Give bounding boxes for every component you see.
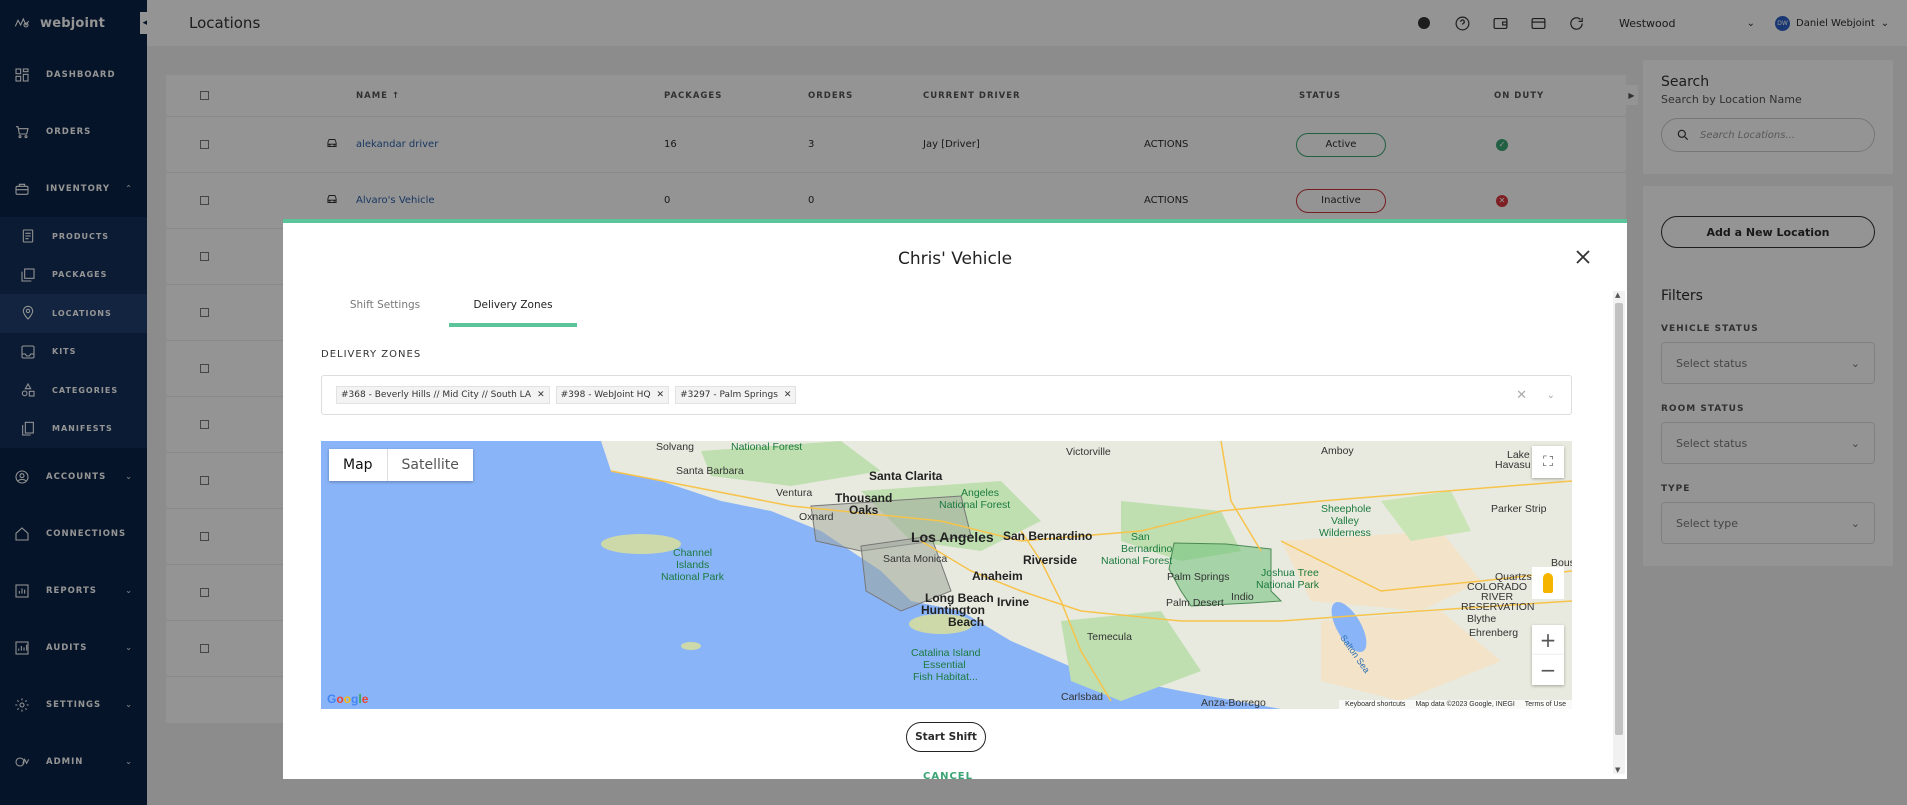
- fullscreen-button[interactable]: ⛶: [1532, 446, 1564, 478]
- map-label: Oaks: [849, 503, 879, 517]
- close-icon: [1576, 250, 1590, 264]
- map-label: Angeles: [961, 487, 999, 499]
- modal-title: Chris' Vehicle: [897, 249, 1013, 269]
- map-label: Riverside: [1023, 553, 1078, 567]
- map-label: Santa Clarita: [869, 469, 943, 483]
- map-label: Sheephole: [1321, 503, 1372, 515]
- modal-tabs: Shift Settings Delivery Zones: [321, 295, 577, 327]
- map-label: RESERVATION: [1461, 601, 1535, 613]
- delivery-zones-multiselect[interactable]: #368 - Beverly Hills // Mid City // Sout…: [321, 375, 1572, 415]
- map-label: Victorville: [1066, 446, 1111, 458]
- zone-chip: #3297 - Palm Springs ✕: [675, 386, 797, 404]
- scroll-down-arrow-icon[interactable]: ▼: [1615, 766, 1620, 774]
- zoom-out-button[interactable]: −: [1532, 655, 1564, 685]
- map-label: Blythe: [1467, 613, 1497, 625]
- map-label: Santa Monica: [883, 553, 948, 565]
- plus-icon: +: [1539, 628, 1557, 652]
- map-label: Carlsbad: [1061, 691, 1104, 703]
- map-label: National Forest: [731, 441, 803, 453]
- map-label: Beach: [948, 615, 985, 629]
- street-view-pegman-icon[interactable]: [1532, 567, 1564, 599]
- remove-chip-icon[interactable]: ✕: [784, 390, 792, 400]
- map-label: Valley: [1331, 515, 1359, 527]
- map-label: Anza-Borrego: [1201, 697, 1266, 709]
- map-label: Wilderness: [1319, 527, 1371, 539]
- terms-of-use-link[interactable]: Terms of Use: [1525, 701, 1566, 708]
- map-type-toggle: Map Satellite: [329, 449, 473, 481]
- map-label: Temecula: [1087, 631, 1132, 643]
- map-label: Solvang: [656, 441, 694, 453]
- zone-chip: #398 - WebJoint HQ ✕: [555, 386, 670, 404]
- keyboard-shortcuts-link[interactable]: Keyboard shortcuts: [1345, 701, 1405, 708]
- start-shift-button[interactable]: Start Shift: [906, 722, 986, 752]
- map-label: San Bernardino: [1003, 529, 1093, 543]
- map-attribution: Keyboard shortcuts Map data ©2023 Google…: [1339, 700, 1572, 709]
- google-logo: Google: [327, 692, 369, 706]
- scrollbar-thumb[interactable]: [1615, 303, 1623, 735]
- vehicle-modal: Chris' Vehicle Shift Settings Delivery Z…: [283, 219, 1627, 779]
- map-type-map-button[interactable]: Map: [329, 449, 387, 481]
- delivery-zones-label: DELIVERY ZONES: [321, 349, 422, 360]
- fullscreen-icon: ⛶: [1543, 454, 1553, 470]
- map-label: National Park: [661, 571, 725, 583]
- map-label: Oxnard: [799, 511, 834, 523]
- map-label: National Forest: [939, 499, 1011, 511]
- scroll-up-arrow-icon[interactable]: ▲: [1615, 291, 1620, 299]
- map-label: Palm Springs: [1167, 571, 1230, 583]
- app-root: webjoint ◀ DASHBOARD ORDERS INVENTORY ⌃ …: [0, 0, 1907, 805]
- delivery-zones-map[interactable]: Solvang National Forest Santa Barbara Ve…: [321, 441, 1572, 709]
- minus-icon: −: [1539, 658, 1557, 682]
- map-label: Channel: [673, 547, 713, 559]
- modal-scrollbar[interactable]: ▲ ▼: [1613, 291, 1625, 774]
- map-label: Islands: [676, 559, 710, 571]
- map-label: Ventura: [776, 487, 813, 499]
- tab-delivery-zones[interactable]: Delivery Zones: [449, 295, 577, 327]
- zone-chip: #368 - Beverly Hills // Mid City // Sout…: [336, 386, 550, 404]
- map-label: Palm Desert: [1166, 597, 1224, 609]
- map-label: Santa Barbara: [676, 465, 744, 477]
- map-label: San: [1131, 531, 1150, 543]
- map-label: National Forest: [1101, 555, 1173, 567]
- map-label: Indio: [1231, 591, 1254, 603]
- map-label: Fish Habitat...: [913, 671, 978, 683]
- map-label: Bernardino: [1121, 543, 1173, 555]
- map-label: Amboy: [1321, 445, 1354, 457]
- chevron-down-icon[interactable]: ⌄: [1547, 390, 1555, 401]
- map-label: Joshua Tree: [1261, 567, 1319, 579]
- remove-chip-icon[interactable]: ✕: [537, 390, 545, 400]
- map-label: Los Angeles: [911, 529, 994, 545]
- map-label: National Park: [1256, 579, 1320, 591]
- map-data-text: Map data ©2023 Google, INEGI: [1415, 701, 1515, 708]
- clear-icon[interactable]: ✕: [1516, 388, 1527, 403]
- map-label: Irvine: [997, 595, 1030, 609]
- zoom-in-button[interactable]: +: [1532, 625, 1564, 655]
- map-label: Parker Strip: [1491, 503, 1547, 515]
- cancel-link[interactable]: CANCEL: [923, 771, 973, 779]
- map-label: Anaheim: [972, 569, 1023, 583]
- tab-shift-settings[interactable]: Shift Settings: [321, 295, 449, 327]
- map-label: Catalina Island: [911, 647, 981, 659]
- map-label: Ehrenberg: [1469, 627, 1519, 639]
- remove-chip-icon[interactable]: ✕: [657, 390, 665, 400]
- map-type-satellite-button[interactable]: Satellite: [386, 449, 473, 481]
- modal-close-button[interactable]: [1575, 249, 1591, 265]
- map-label: Essential: [923, 659, 966, 671]
